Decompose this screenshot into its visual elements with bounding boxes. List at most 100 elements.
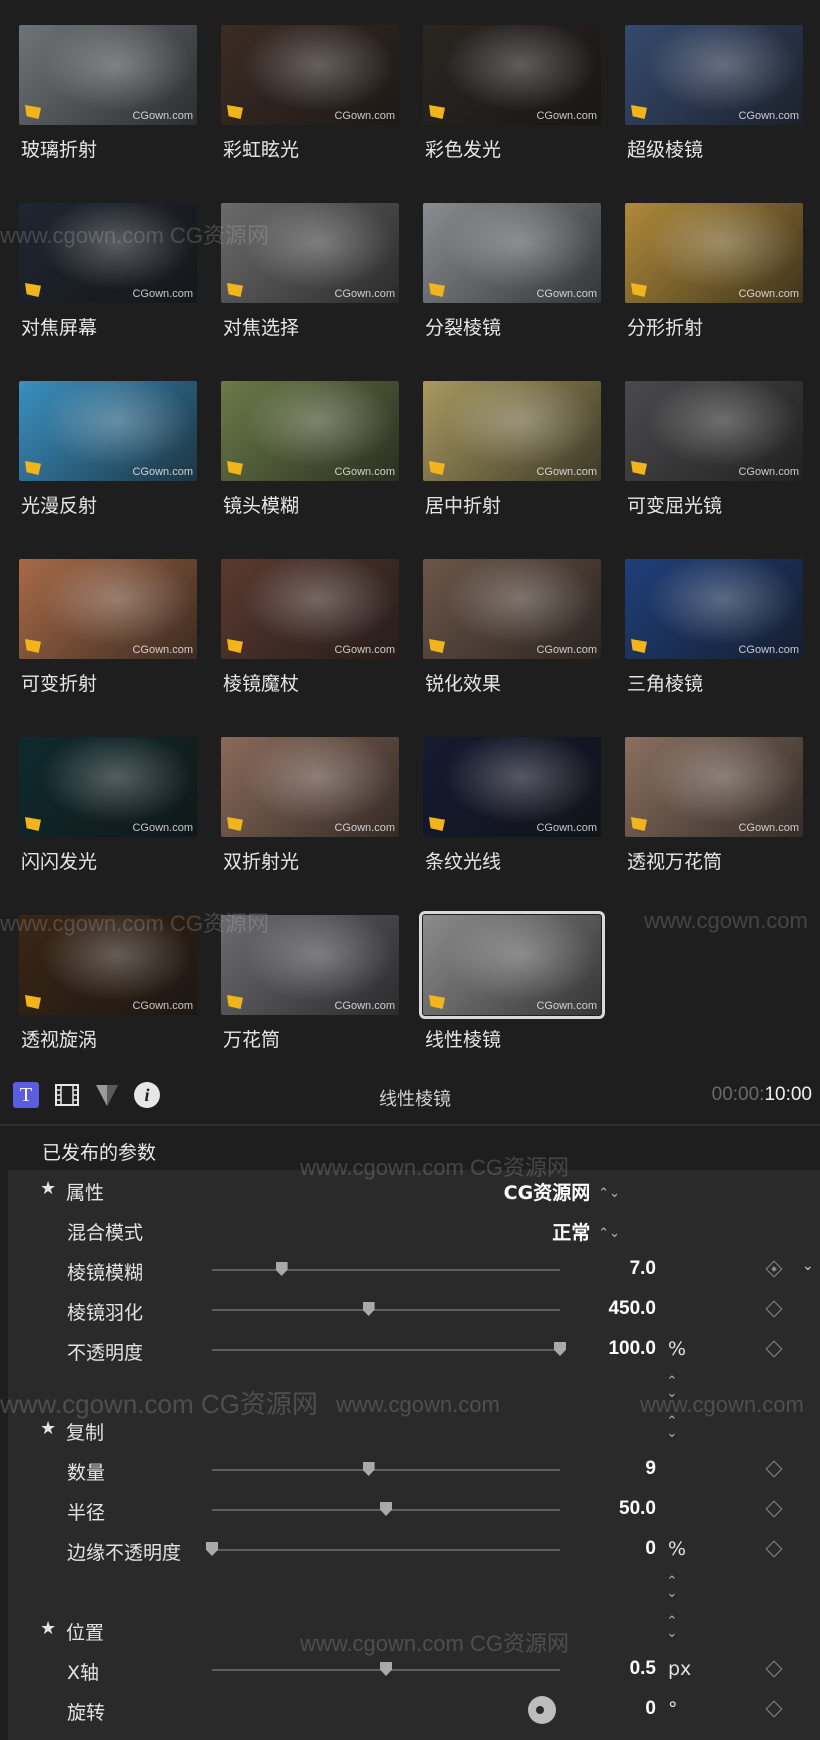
video-inspector-icon[interactable] xyxy=(54,1082,80,1108)
edge-opacity-slider[interactable] xyxy=(206,1542,560,1556)
brand-logo-icon xyxy=(429,639,445,653)
effect-tile[interactable]: CGown.com 闪闪发光 xyxy=(19,737,199,885)
effect-tile[interactable]: CGown.com 对焦选择 xyxy=(221,203,401,351)
effect-thumbnail[interactable]: CGown.com xyxy=(625,559,803,659)
opacity-slider[interactable] xyxy=(212,1342,566,1356)
x-axis-value[interactable]: 0.5 xyxy=(630,1658,656,1680)
effect-thumbnail[interactable]: CGown.com xyxy=(625,381,803,481)
opacity-value[interactable]: 100.0 xyxy=(608,1338,656,1360)
prism-blur-label: 棱镜模糊 xyxy=(67,1262,144,1284)
rotation-value[interactable]: 0 xyxy=(645,1698,656,1720)
slider-knob[interactable] xyxy=(206,1542,218,1556)
effect-thumbnail[interactable]: CGown.com xyxy=(221,559,399,659)
prism-feather-slider[interactable] xyxy=(212,1302,560,1316)
count-slider[interactable] xyxy=(212,1462,560,1476)
rotation-dial[interactable] xyxy=(528,1696,556,1724)
effect-thumbnail[interactable]: CGown.com xyxy=(221,25,399,125)
group-attributes[interactable]: ★ 属性 CG资源网 ⌃⌄ xyxy=(8,1170,820,1210)
effect-thumbnail[interactable]: CGown.com xyxy=(625,203,803,303)
blend-mode-popup[interactable]: 正常 ⌃⌄ xyxy=(552,1218,620,1245)
effect-tile[interactable]: CGown.com 彩色发光 xyxy=(423,25,603,173)
keyframe-icon[interactable] xyxy=(765,1660,783,1678)
group-position[interactable]: ★ 位置 ⌃ ⌄ xyxy=(8,1610,820,1650)
x-axis-label: X轴 xyxy=(67,1662,100,1684)
effect-thumbnail[interactable]: CGown.com xyxy=(423,203,601,303)
x-axis-slider[interactable] xyxy=(212,1662,560,1676)
effect-thumbnail[interactable]: CGown.com xyxy=(19,203,197,303)
effect-tile[interactable]: CGown.com 可变屈光镜 xyxy=(625,381,805,529)
effect-thumbnail[interactable]: CGown.com xyxy=(19,381,197,481)
count-value[interactable]: 9 xyxy=(645,1458,656,1480)
effect-tile[interactable]: CGown.com 镜头模糊 xyxy=(221,381,401,529)
effect-tile[interactable]: CGown.com 双折射光 xyxy=(221,737,401,885)
info-inspector-icon[interactable]: i xyxy=(134,1082,160,1108)
slider-knob[interactable] xyxy=(380,1662,392,1676)
effect-thumbnail[interactable]: CGown.com xyxy=(423,737,601,837)
slider-knob[interactable] xyxy=(380,1502,392,1516)
effect-thumbnail[interactable]: CGown.com xyxy=(19,25,197,125)
effect-thumbnail[interactable]: CGown.com xyxy=(221,737,399,837)
effect-thumbnail[interactable]: CGown.com xyxy=(419,911,605,1019)
slider-knob[interactable] xyxy=(275,1262,288,1276)
thumbnail-watermark: CGown.com xyxy=(738,110,799,122)
effect-thumbnail[interactable]: CGown.com xyxy=(221,203,399,303)
keyframe-icon[interactable] xyxy=(765,1540,783,1558)
effect-tile[interactable]: CGown.com 分形折射 xyxy=(625,203,805,351)
title-inspector-icon[interactable]: T xyxy=(13,1082,39,1108)
brand-logo-icon xyxy=(227,105,243,119)
chevron-down-icon[interactable]: ⌄ xyxy=(802,1258,814,1274)
stepper-arrows-icon[interactable]: ⌃ ⌄ xyxy=(664,1615,680,1640)
effect-tile[interactable]: CGown.com 锐化效果 xyxy=(423,559,603,707)
stepper-arrows-icon[interactable]: ⌃ ⌄ xyxy=(664,1415,680,1440)
group-copy[interactable]: ★ 复制 ⌃ ⌄ xyxy=(8,1410,820,1450)
add-keyframe-icon[interactable] xyxy=(765,1260,783,1278)
effect-thumbnail[interactable]: CGown.com xyxy=(625,25,803,125)
effect-thumbnail[interactable]: CGown.com xyxy=(423,559,601,659)
effect-thumbnail[interactable]: CGown.com xyxy=(19,915,197,1015)
effect-tile[interactable]: CGown.com 透视旋涡 xyxy=(19,915,199,1063)
effect-tile[interactable]: CGown.com 居中折射 xyxy=(423,381,603,529)
radius-slider[interactable] xyxy=(212,1502,560,1516)
slider-knob[interactable] xyxy=(554,1342,566,1356)
keyframe-icon[interactable] xyxy=(765,1500,783,1518)
stepper-arrows-icon[interactable]: ⌃ ⌄ xyxy=(664,1575,680,1600)
effect-tile[interactable]: CGown.com 光漫反射 xyxy=(19,381,199,529)
effect-tile[interactable]: CGown.com 对焦屏幕 xyxy=(19,203,199,351)
effect-thumbnail[interactable]: CGown.com xyxy=(19,737,197,837)
stepper-arrows-icon[interactable]: ⌃ ⌄ xyxy=(664,1375,680,1400)
keyframe-icon[interactable] xyxy=(765,1700,783,1718)
prism-blur-slider[interactable] xyxy=(212,1262,560,1276)
edge-opacity-value[interactable]: 0 xyxy=(645,1538,656,1560)
effect-tile[interactable]: CGown.com 透视万花筒 xyxy=(625,737,805,885)
effect-tile[interactable]: CGown.com 三角棱镜 xyxy=(625,559,805,707)
effect-thumbnail[interactable]: CGown.com xyxy=(423,25,601,125)
effect-label: 镜头模糊 xyxy=(223,495,300,517)
color-inspector-icon[interactable] xyxy=(94,1082,120,1108)
effect-tile[interactable]: CGown.com 可变折射 xyxy=(19,559,199,707)
effect-thumbnail[interactable]: CGown.com xyxy=(625,737,803,837)
thumbnail-watermark: CGown.com xyxy=(738,466,799,478)
attributes-preset-popup[interactable]: CG资源网 ⌃⌄ xyxy=(504,1178,620,1205)
effect-tile[interactable]: CGown.com 超级棱镜 xyxy=(625,25,805,173)
effect-thumbnail[interactable]: CGown.com xyxy=(423,381,601,481)
effect-tile[interactable]: CGown.com 玻璃折射 xyxy=(19,25,199,173)
brand-logo-icon xyxy=(429,995,445,1009)
prism-feather-value[interactable]: 450.0 xyxy=(608,1298,656,1320)
thumbnail-watermark: CGown.com xyxy=(536,110,597,122)
effect-tile[interactable]: CGown.com 棱镜魔杖 xyxy=(221,559,401,707)
effect-thumbnail[interactable]: CGown.com xyxy=(19,559,197,659)
keyframe-icon[interactable] xyxy=(765,1460,783,1478)
prism-blur-value[interactable]: 7.0 xyxy=(630,1258,656,1280)
effect-tile[interactable]: CGown.com 线性棱镜 xyxy=(419,911,605,1063)
effect-tile[interactable]: CGown.com 分裂棱镜 xyxy=(423,203,603,351)
effect-tile[interactable]: CGown.com 条纹光线 xyxy=(423,737,603,885)
effect-tile[interactable]: CGown.com 彩虹眩光 xyxy=(221,25,401,173)
keyframe-icon[interactable] xyxy=(765,1340,783,1358)
effect-tile[interactable]: CGown.com 万花筒 xyxy=(221,915,401,1063)
radius-value[interactable]: 50.0 xyxy=(619,1498,656,1520)
slider-knob[interactable] xyxy=(362,1462,375,1476)
effect-thumbnail[interactable]: CGown.com xyxy=(221,915,399,1015)
slider-knob[interactable] xyxy=(362,1302,375,1316)
keyframe-icon[interactable] xyxy=(765,1300,783,1318)
effect-thumbnail[interactable]: CGown.com xyxy=(221,381,399,481)
